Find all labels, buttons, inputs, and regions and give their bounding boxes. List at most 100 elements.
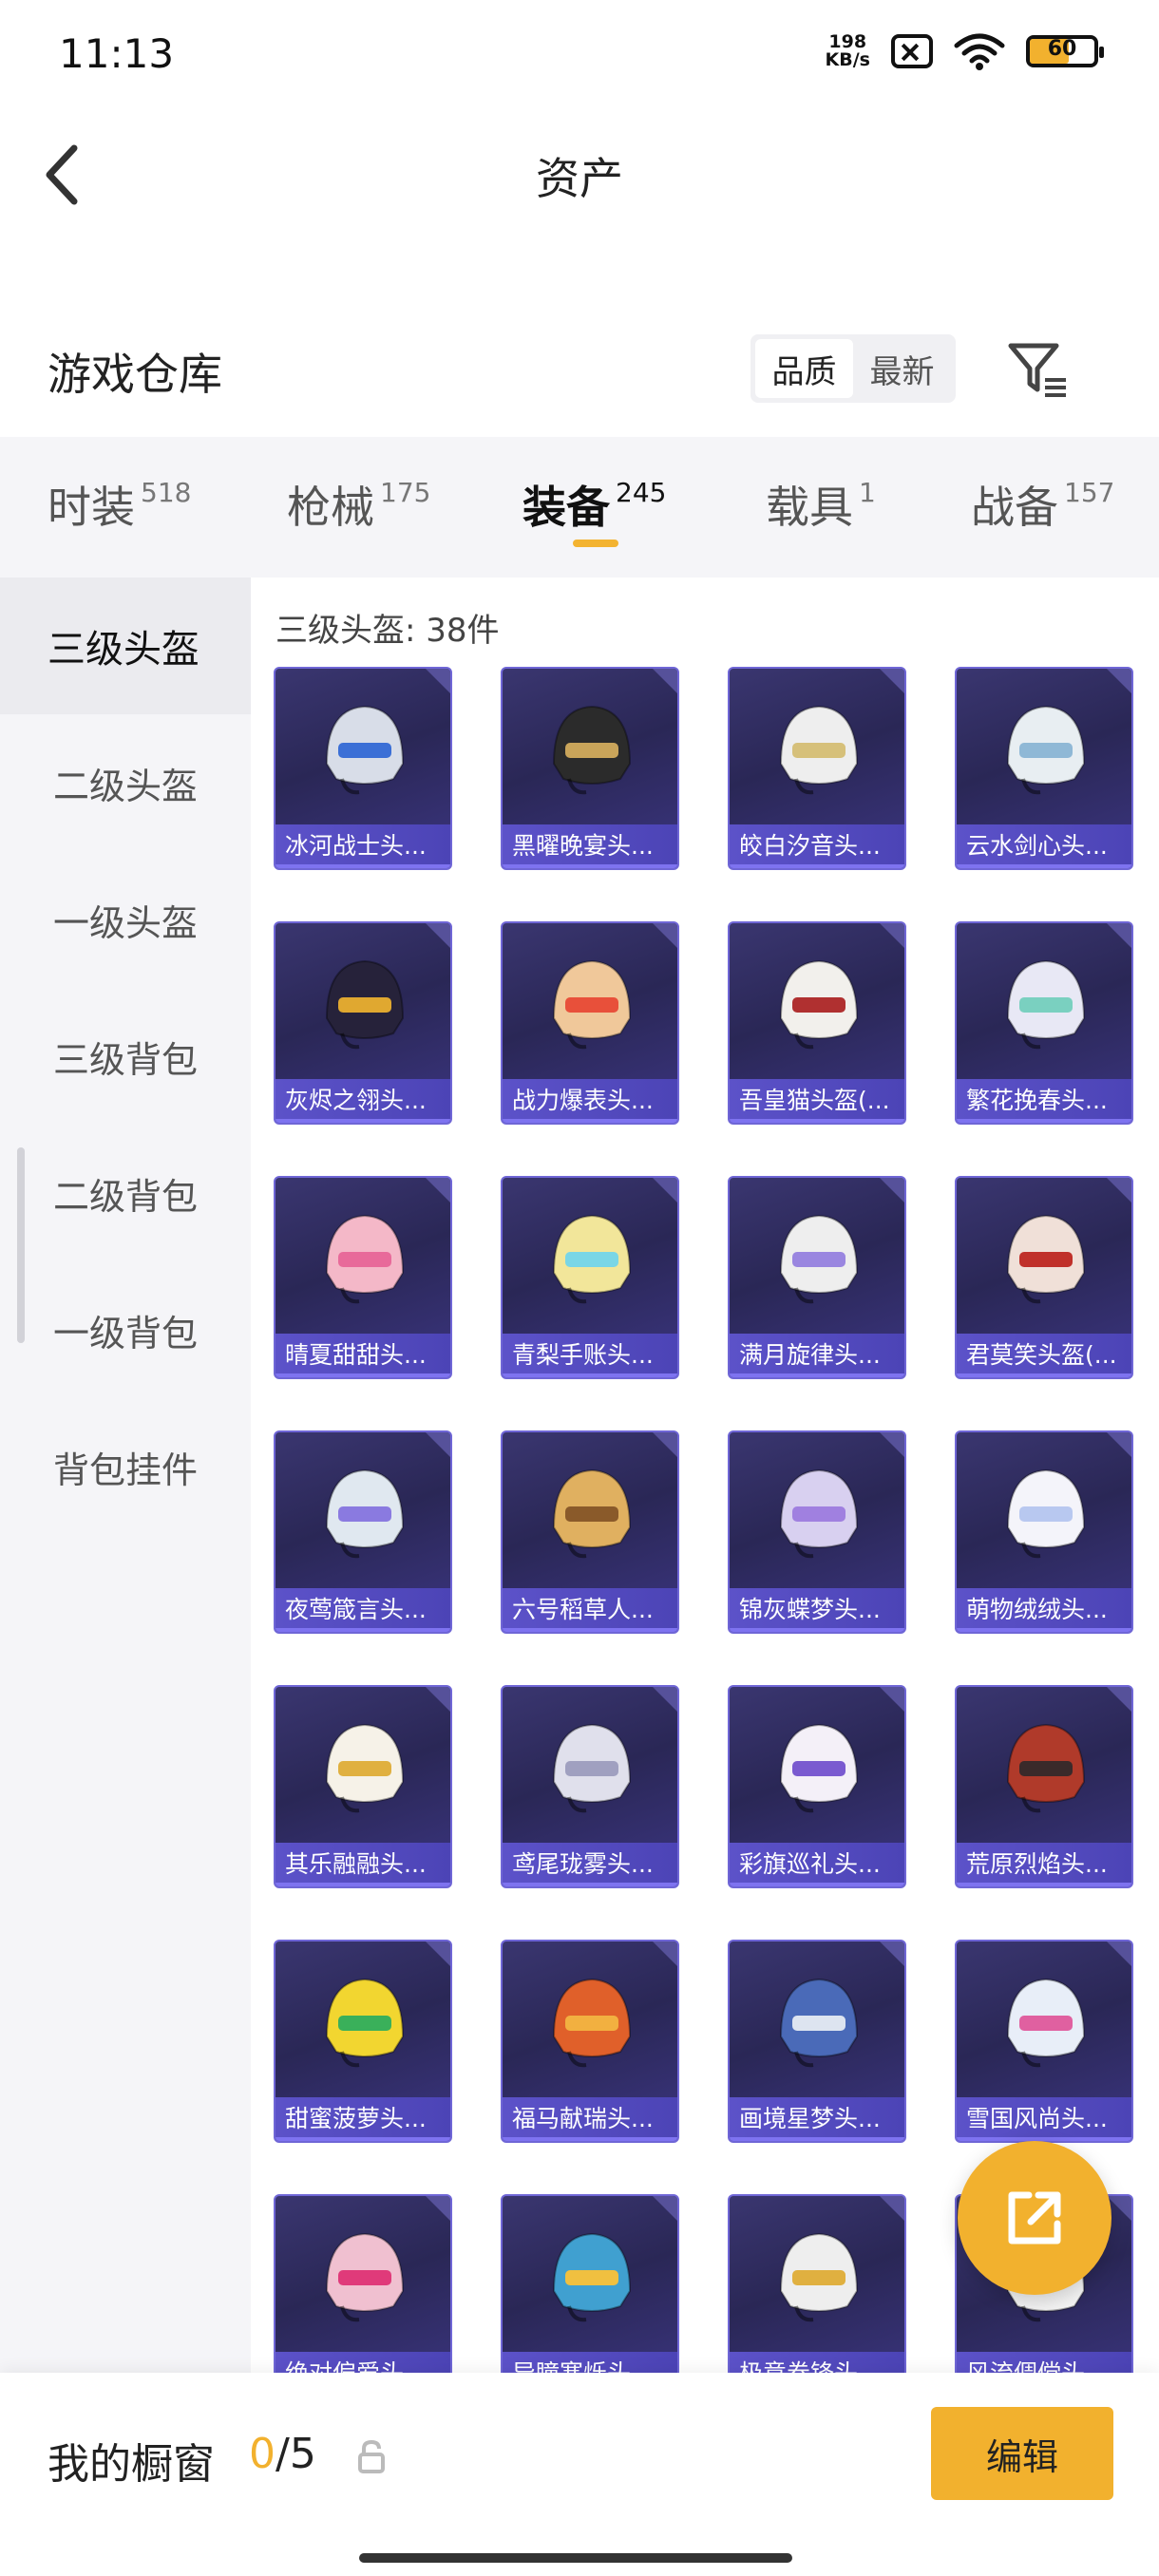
helmet-card[interactable]: 繁花挽春头... bbox=[955, 921, 1133, 1125]
helmet-card-label: 风流倜傥头... bbox=[957, 2352, 1131, 2373]
filter-button[interactable] bbox=[1007, 338, 1070, 401]
helmet-icon bbox=[779, 959, 859, 1050]
helmet-icon bbox=[552, 1978, 632, 2068]
helmet-card[interactable]: 满月旋律头... bbox=[728, 1176, 906, 1379]
warehouse-title: 游戏仓库 bbox=[48, 349, 222, 400]
helmet-icon bbox=[552, 2232, 632, 2322]
helmet-card-label: 异瞳寒烁头... bbox=[503, 2352, 677, 2373]
sidebar-item-level3-helmet[interactable]: 三级头盔 bbox=[0, 578, 251, 714]
helmet-card-label: 冰河战士头... bbox=[276, 824, 450, 868]
page-title: 资产 bbox=[536, 153, 623, 204]
sort-option-quality[interactable]: 品质 bbox=[755, 339, 853, 398]
helmet-card[interactable]: 绝对偏爱头... bbox=[274, 2194, 452, 2373]
helmet-card[interactable]: 战力爆表头... bbox=[501, 921, 679, 1125]
status-time: 11:13 bbox=[59, 30, 175, 77]
tab-guns[interactable]: 枪械 175 bbox=[287, 473, 430, 536]
bottom-bar: 我的橱窗 0/5 编辑 bbox=[0, 2373, 1159, 2576]
helmet-card-label: 极意卷锋头... bbox=[730, 2352, 904, 2373]
category-tabs: 时装 518 枪械 175 装备 245 载具 1 战备 157 bbox=[0, 437, 1159, 578]
helmet-card-label: 夜莺箴言头... bbox=[276, 1588, 450, 1632]
battery-icon: 60 bbox=[1026, 35, 1104, 67]
edit-button[interactable]: 编辑 bbox=[931, 2407, 1113, 2500]
status-icons: 198 KB/s 60 bbox=[826, 32, 1104, 70]
helmet-icon bbox=[1006, 1978, 1086, 2068]
helmet-card[interactable]: 萌物绒绒头... bbox=[955, 1430, 1133, 1634]
helmet-card[interactable]: 吾皇猫头盔(... bbox=[728, 921, 906, 1125]
helmet-card[interactable]: 青梨手账头... bbox=[501, 1176, 679, 1379]
sidebar-item-level1-backpack[interactable]: 一级背包 bbox=[0, 1261, 251, 1398]
helmet-card-label: 青梨手账头... bbox=[503, 1334, 677, 1377]
helmet-card[interactable]: 极意卷锋头... bbox=[728, 2194, 906, 2373]
lock-icon bbox=[358, 2439, 385, 2473]
helmet-card[interactable]: 画境星梦头... bbox=[728, 1940, 906, 2143]
helmet-card-label: 晴夏甜甜头... bbox=[276, 1334, 450, 1377]
tab-supplies[interactable]: 战备 157 bbox=[971, 473, 1114, 536]
helmet-card-label: 荒原烈焰头... bbox=[957, 1843, 1131, 1886]
helmet-card-label: 满月旋律头... bbox=[730, 1334, 904, 1377]
helmet-card-label: 吾皇猫头盔(... bbox=[730, 1079, 904, 1123]
helmet-icon bbox=[779, 705, 859, 795]
helmet-icon bbox=[552, 959, 632, 1050]
helmet-icon bbox=[325, 1723, 405, 1813]
helmet-card-label: 甜蜜菠萝头... bbox=[276, 2097, 450, 2141]
sidebar: 三级头盔 二级头盔 一级头盔 三级背包 二级背包 一级背包 背包挂件 bbox=[0, 578, 251, 2373]
sidebar-item-level2-helmet[interactable]: 二级头盔 bbox=[0, 714, 251, 851]
helmet-card-label: 画境星梦头... bbox=[730, 2097, 904, 2141]
share-button[interactable] bbox=[958, 2141, 1112, 2295]
tab-equipment[interactable]: 装备 245 bbox=[522, 473, 666, 536]
helmet-icon bbox=[552, 1214, 632, 1304]
tab-vehicles[interactable]: 载具 1 bbox=[766, 473, 876, 536]
home-indicator[interactable] bbox=[359, 2553, 792, 2563]
helmet-card[interactable]: 六号稻草人... bbox=[501, 1430, 679, 1634]
tab-count: 157 bbox=[1064, 477, 1115, 508]
helmet-card[interactable]: 甜蜜菠萝头... bbox=[274, 1940, 452, 2143]
helmet-card[interactable]: 君莫笑头盔(... bbox=[955, 1176, 1133, 1379]
helmet-icon bbox=[325, 959, 405, 1050]
active-tab-indicator bbox=[573, 540, 618, 547]
tab-label: 装备 bbox=[522, 482, 610, 533]
battery-level: 60 bbox=[1047, 37, 1077, 61]
helmet-card-label: 君莫笑头盔(... bbox=[957, 1334, 1131, 1377]
helmet-card-label: 云水剑心头... bbox=[957, 824, 1131, 868]
helmet-card[interactable]: 灰烬之翎头... bbox=[274, 921, 452, 1125]
helmet-card[interactable]: 皎白汐音头... bbox=[728, 667, 906, 870]
showcase-total: /5 bbox=[276, 2430, 316, 2478]
helmet-icon bbox=[325, 1214, 405, 1304]
helmet-card[interactable]: 异瞳寒烁头... bbox=[501, 2194, 679, 2373]
helmet-card[interactable]: 云水剑心头... bbox=[955, 667, 1133, 870]
helmet-card[interactable]: 晴夏甜甜头... bbox=[274, 1176, 452, 1379]
helmet-card[interactable]: 鸢尾珑雾头... bbox=[501, 1685, 679, 1888]
helmet-card[interactable]: 彩旗巡礼头... bbox=[728, 1685, 906, 1888]
helmet-card[interactable]: 其乐融融头... bbox=[274, 1685, 452, 1888]
sidebar-scrollbar[interactable] bbox=[17, 1147, 25, 1343]
helmet-card[interactable]: 福马献瑞头... bbox=[501, 1940, 679, 2143]
helmet-card-label: 绝对偏爱头... bbox=[276, 2352, 450, 2373]
sidebar-item-level1-helmet[interactable]: 一级头盔 bbox=[0, 851, 251, 988]
tab-label: 战备 bbox=[971, 482, 1058, 533]
section-title: 三级头盔: 38件 bbox=[276, 612, 500, 650]
filter-icon bbox=[1008, 343, 1066, 397]
helmet-icon bbox=[1006, 959, 1086, 1050]
tab-count: 245 bbox=[616, 477, 667, 508]
helmet-card-label: 雪国风尚头... bbox=[957, 2097, 1131, 2141]
sidebar-item-level3-backpack[interactable]: 三级背包 bbox=[0, 988, 251, 1125]
sidebar-item-level2-backpack[interactable]: 二级背包 bbox=[0, 1125, 251, 1261]
helmet-icon bbox=[1006, 705, 1086, 795]
tab-fashion[interactable]: 时装 518 bbox=[48, 473, 191, 536]
helmet-card[interactable]: 冰河战士头... bbox=[274, 667, 452, 870]
helmet-card-label: 黑曜晚宴头... bbox=[503, 824, 677, 868]
helmet-card-label: 其乐融融头... bbox=[276, 1843, 450, 1886]
tab-label: 枪械 bbox=[287, 482, 374, 533]
helmet-card[interactable]: 荒原烈焰头... bbox=[955, 1685, 1133, 1888]
sort-option-newest[interactable]: 最新 bbox=[853, 339, 951, 398]
network-speed: 198 KB/s bbox=[826, 33, 870, 69]
helmet-card[interactable]: 夜莺箴言头... bbox=[274, 1430, 452, 1634]
helmet-icon bbox=[779, 1723, 859, 1813]
helmet-card[interactable]: 雪国风尚头... bbox=[955, 1940, 1133, 2143]
helmet-icon bbox=[325, 1468, 405, 1559]
helmet-icon bbox=[779, 1468, 859, 1559]
helmet-card[interactable]: 黑曜晚宴头... bbox=[501, 667, 679, 870]
tab-label: 载具 bbox=[766, 482, 853, 533]
helmet-card[interactable]: 锦灰蝶梦头... bbox=[728, 1430, 906, 1634]
sidebar-item-backpack-pendant[interactable]: 背包挂件 bbox=[0, 1398, 251, 1535]
